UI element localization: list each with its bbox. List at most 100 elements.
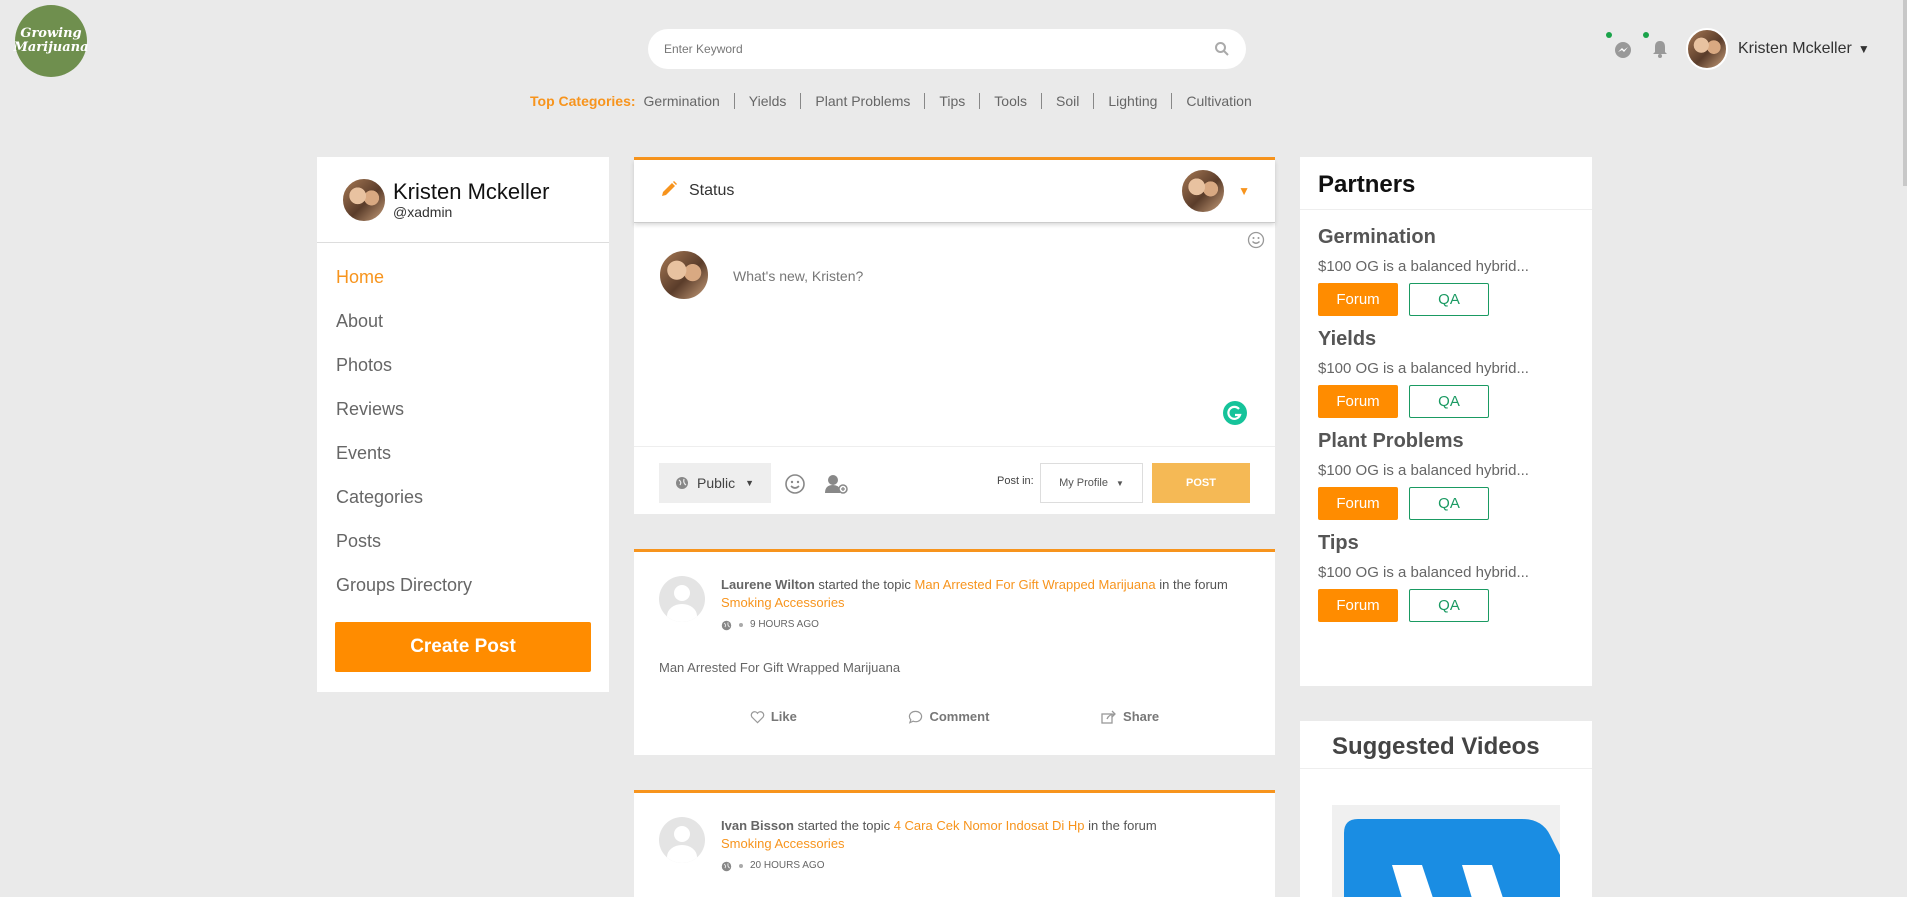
bell-icon[interactable] — [1643, 32, 1671, 60]
user-avatar-placeholder[interactable] — [659, 817, 705, 863]
partner-name[interactable]: Tips — [1318, 532, 1574, 555]
partner-name[interactable]: Germination — [1318, 226, 1574, 249]
forum-button[interactable]: Forum — [1318, 385, 1398, 418]
activity-author[interactable]: Ivan Bisson — [721, 818, 794, 833]
partner-buttons: Forum QA — [1318, 487, 1574, 520]
nav-item-photos[interactable]: Photos — [317, 343, 609, 387]
header-user-name[interactable]: Kristen Mckeller — [1738, 40, 1852, 58]
post-button[interactable]: POST — [1152, 463, 1250, 503]
partner-item: Tips $100 OG is a balanced hybrid... For… — [1300, 532, 1592, 622]
top-category-plant-problems[interactable]: Plant Problems — [800, 93, 924, 109]
header-avatar[interactable] — [1686, 28, 1728, 70]
caret-down-icon[interactable]: ▼ — [1238, 184, 1250, 198]
like-label: Like — [770, 709, 797, 724]
activity-forum-link[interactable]: Smoking Accessories — [721, 595, 845, 610]
qa-button[interactable]: QA — [1409, 283, 1489, 316]
online-dot — [1606, 32, 1612, 38]
separator-dot — [739, 864, 743, 868]
nav-item-events[interactable]: Events — [317, 431, 609, 475]
composer-header: Status ▼ — [634, 160, 1275, 223]
logo-text-line2: Marijuana — [13, 40, 89, 55]
forum-button[interactable]: Forum — [1318, 487, 1398, 520]
partner-name[interactable]: Yields — [1318, 328, 1574, 351]
globe-icon — [721, 861, 732, 872]
messenger-icon[interactable] — [1606, 32, 1634, 60]
activity-topic-link[interactable]: 4 Cara Cek Nomor Indosat Di Hp — [894, 818, 1085, 833]
activity-mid: in the forum — [1155, 577, 1228, 592]
share-label: Share — [1123, 709, 1160, 724]
nav-item-posts[interactable]: Posts — [317, 519, 609, 563]
activity-time[interactable]: 9 HOURS AGO — [750, 616, 819, 634]
chevron-down-icon: ▼ — [1115, 478, 1124, 488]
composer-placeholder[interactable]: What's new, Kristen? — [733, 268, 863, 284]
smiley-icon[interactable] — [1247, 231, 1265, 254]
composer-body[interactable]: What's new, Kristen? — [634, 223, 1275, 447]
activity-mid: in the forum — [1084, 818, 1157, 833]
post-in-label: Post in: — [997, 475, 1034, 487]
status-composer: Status ▼ What's new, Kristen? Public ▼ P… — [634, 157, 1275, 514]
nav-item-reviews[interactable]: Reviews — [317, 387, 609, 431]
heart-icon — [750, 710, 765, 723]
share-button[interactable]: Share — [1101, 709, 1159, 724]
partners-card: Partners Germination $100 OG is a balanc… — [1300, 157, 1592, 686]
partner-item: Plant Problems $100 OG is a balanced hyb… — [1300, 430, 1592, 520]
top-category-cultivation[interactable]: Cultivation — [1171, 93, 1265, 109]
tag-user-icon[interactable] — [824, 473, 848, 500]
partner-item: Yields $100 OG is a balanced hybrid... F… — [1300, 328, 1592, 418]
site-logo[interactable]: Growing Marijuana — [13, 5, 89, 77]
nav-item-about[interactable]: About — [317, 299, 609, 343]
activity-item: Laurene Wilton started the topic Man Arr… — [634, 549, 1275, 755]
top-categories-label: Top Categories: — [530, 93, 636, 109]
separator-dot — [739, 623, 743, 627]
activity-item: Ivan Bisson started the topic 4 Cara Cek… — [634, 790, 1275, 897]
suggested-videos-title: Suggested Videos — [1300, 721, 1592, 769]
top-category-soil[interactable]: Soil — [1040, 93, 1093, 109]
profile-header: Kristen Mckeller @xadmin — [317, 157, 609, 243]
activity-author[interactable]: Laurene Wilton — [721, 577, 815, 592]
nav-item-home[interactable]: Home — [317, 255, 609, 299]
partner-desc: $100 OG is a balanced hybrid... — [1318, 564, 1529, 581]
search-bar — [648, 29, 1246, 69]
profile-avatar[interactable] — [341, 176, 387, 223]
top-category-yields[interactable]: Yields — [733, 93, 801, 109]
nav-item-categories[interactable]: Categories — [317, 475, 609, 519]
page-scrollbar[interactable] — [1903, 0, 1907, 186]
privacy-select[interactable]: Public ▼ — [659, 463, 771, 503]
like-button[interactable]: Like — [750, 709, 797, 724]
top-category-lighting[interactable]: Lighting — [1093, 93, 1171, 109]
privacy-value: Public — [697, 475, 736, 491]
post-in-select[interactable]: My Profile ▼ — [1040, 463, 1143, 503]
header-user-area: Kristen Mckeller ▼ — [1606, 28, 1870, 70]
profile-nav: Home About Photos Reviews Events Categor… — [317, 243, 609, 607]
activity-text: Ivan Bisson started the topic 4 Cara Cek… — [721, 817, 1246, 875]
search-input[interactable] — [664, 42, 1214, 56]
profile-name[interactable]: Kristen Mckeller — [393, 179, 549, 204]
video-thumbnail[interactable] — [1332, 805, 1560, 897]
top-category-tools[interactable]: Tools — [979, 93, 1041, 109]
top-category-germination[interactable]: Germination — [644, 93, 734, 109]
top-categories: Top Categories: Germination Yields Plant… — [530, 93, 1266, 109]
composer-header-avatar[interactable] — [1180, 168, 1227, 214]
top-category-tips[interactable]: Tips — [924, 93, 979, 109]
create-post-button[interactable]: Create Post — [335, 622, 591, 672]
qa-button[interactable]: QA — [1409, 589, 1489, 622]
suggested-videos-card: Suggested Videos — [1300, 721, 1592, 897]
partner-name[interactable]: Plant Problems — [1318, 430, 1574, 453]
user-avatar-placeholder[interactable] — [659, 576, 705, 622]
comment-label: Comment — [929, 709, 990, 724]
composer-toolbar: Public ▼ Post in: My Profile ▼ POST — [634, 447, 1275, 517]
forum-button[interactable]: Forum — [1318, 589, 1398, 622]
activity-time[interactable]: 20 HOURS AGO — [750, 857, 824, 875]
activity-topic-link[interactable]: Man Arrested For Gift Wrapped Marijuana — [915, 577, 1156, 592]
forum-button[interactable]: Forum — [1318, 283, 1398, 316]
comment-button[interactable]: Comment — [908, 709, 989, 724]
partner-buttons: Forum QA — [1318, 385, 1574, 418]
emoji-icon[interactable] — [784, 473, 806, 500]
search-icon[interactable] — [1214, 41, 1230, 57]
activity-forum-link[interactable]: Smoking Accessories — [721, 836, 845, 851]
nav-item-groups-directory[interactable]: Groups Directory — [317, 563, 609, 607]
qa-button[interactable]: QA — [1409, 487, 1489, 520]
qa-button[interactable]: QA — [1409, 385, 1489, 418]
grammarly-icon[interactable] — [1223, 401, 1247, 430]
chevron-down-icon[interactable]: ▼ — [1858, 42, 1870, 56]
